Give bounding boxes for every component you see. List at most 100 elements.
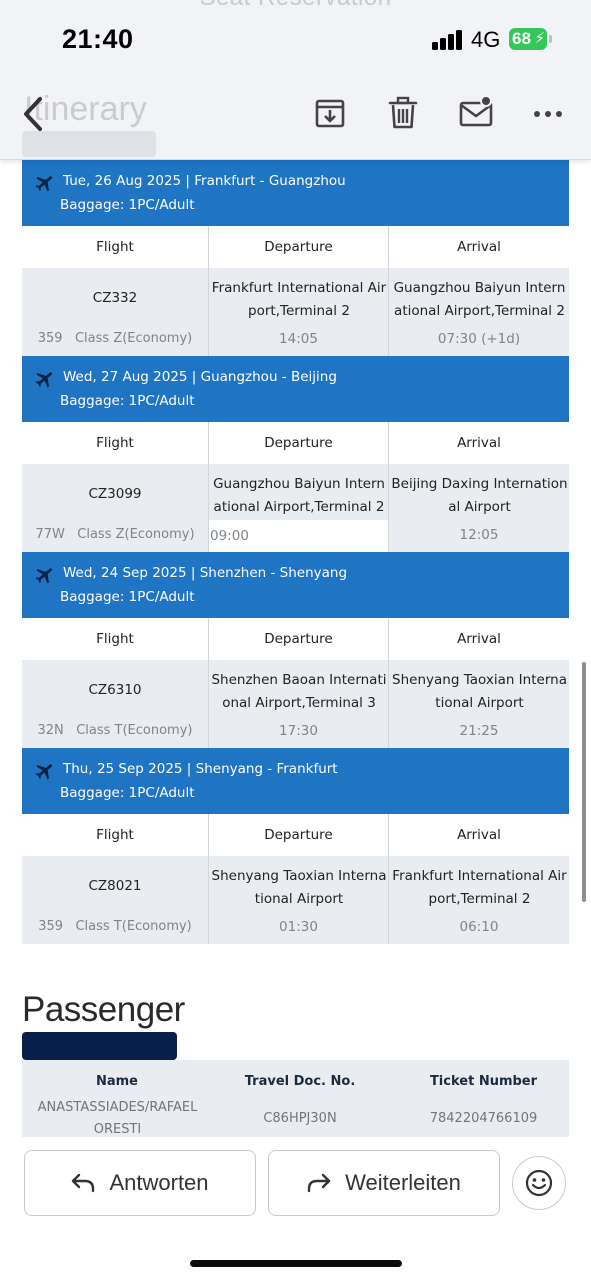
battery-indicator: 68 ⚡ [509, 28, 552, 50]
column-headers: Flight Departure Arrival [22, 618, 569, 660]
passenger-name: ANASTASSIADES/RAFAEL ORESTI [37, 1100, 198, 1137]
header-flight: Flight [96, 239, 134, 255]
segment-header: Thu, 25 Sep 2025 | Shenyang - Frankfurt … [22, 748, 569, 814]
departure-time: 01:30 [279, 919, 318, 935]
battery-level: 68 [512, 29, 531, 48]
departure-cell: Frankfurt International Airport,Terminal… [208, 268, 388, 356]
reply-button[interactable]: Antworten [24, 1150, 256, 1216]
departure-cell: Shenzhen Baoan International Airport,Ter… [208, 660, 388, 748]
aircraft-class: 359 Class Z(Economy) [22, 331, 208, 346]
passenger-ticket-number: 7842204766109 [429, 1111, 538, 1126]
arrival-cell: Beijing Daxing International Airport 12:… [388, 464, 569, 552]
header-travel-doc: Travel Doc. No. [244, 1074, 356, 1089]
header-arrival: Arrival [388, 226, 569, 268]
flight-cell: CZ332 359 Class Z(Economy) [22, 268, 208, 356]
arrival-airport: Frankfurt International Airport,Terminal… [392, 868, 567, 907]
arrival-airport: Guangzhou Baiyun International Airport,T… [393, 280, 566, 319]
flight-number: CZ8021 [88, 878, 142, 894]
delete-button[interactable] [385, 96, 421, 130]
forward-button[interactable]: Weiterleiten [268, 1150, 500, 1216]
mark-unread-button[interactable] [458, 95, 494, 130]
mail-unread-icon [459, 95, 493, 127]
departure-time: 14:05 [279, 331, 318, 347]
airplane-icon [35, 568, 53, 584]
airplane-icon [35, 764, 53, 780]
archive-button[interactable] [312, 96, 348, 130]
more-icon [534, 111, 562, 117]
reply-label: Antworten [109, 1170, 209, 1195]
header-arrival: Arrival [388, 618, 569, 660]
status-time: 21:40 [62, 24, 134, 54]
header-arrival: Arrival [388, 422, 569, 464]
header-departure: Departure [208, 814, 388, 856]
forward-label: Weiterleiten [345, 1170, 461, 1195]
aircraft-class: 32N Class T(Economy) [22, 723, 208, 738]
aircraft-class: 77W Class Z(Economy) [22, 527, 208, 542]
top-bar: Seat Reservation 21:40 4G 68 ⚡ Itinerary [0, 0, 591, 160]
column-headers: Flight Departure Arrival [22, 814, 569, 856]
cabin-class: Class T(Economy) [75, 919, 192, 934]
reaction-button[interactable] [512, 1156, 566, 1210]
network-type: 4G [471, 27, 501, 52]
segment-header: Wed, 27 Aug 2025 | Guangzhou - Beijing B… [22, 356, 569, 422]
flight-row: CZ8021 359 Class T(Economy) Shenyang Tao… [22, 856, 569, 944]
departure-airport: Guangzhou Baiyun International Airport,T… [213, 476, 385, 515]
airplane-icon [35, 372, 53, 388]
cabin-class: Class T(Economy) [76, 723, 193, 738]
reply-arrow-icon [72, 1173, 95, 1193]
header-departure: Departure [208, 618, 388, 660]
cellular-signal-icon [432, 30, 464, 50]
segment-baggage: Baggage: 1PC/Adult [60, 589, 195, 605]
scrollbar[interactable] [582, 662, 586, 902]
header-flight: Flight [96, 435, 134, 451]
segment-baggage: Baggage: 1PC/Adult [60, 393, 195, 409]
departure-cell: Shenyang Taoxian International Airport 0… [208, 856, 388, 944]
arrival-time: 21:25 [459, 723, 499, 739]
ghost-redaction [22, 131, 156, 157]
flight-cell: CZ6310 32N Class T(Economy) [22, 660, 208, 748]
more-button[interactable] [530, 96, 566, 130]
flight-cell: CZ3099 77W Class Z(Economy) [22, 464, 208, 552]
smiley-icon [525, 1169, 553, 1197]
passenger-section-title: Passenger [22, 990, 185, 1029]
aircraft-type: 32N [37, 723, 64, 738]
header-name: Name [95, 1074, 138, 1089]
departure-airport: Shenyang Taoxian International Airport [211, 868, 387, 907]
header-flight: Flight [96, 631, 134, 647]
header-flight: Flight [96, 827, 134, 843]
flight-row: CZ332 359 Class Z(Economy) Frankfurt Int… [22, 268, 569, 356]
airplane-icon [35, 176, 53, 192]
arrival-time: 06:10 [459, 919, 499, 935]
redaction-block [22, 1032, 177, 1060]
departure-airport: Frankfurt International Airport,Terminal… [211, 280, 387, 319]
header-arrival: Arrival [388, 814, 569, 856]
arrival-time: 07:30 (+1d) [437, 331, 521, 347]
cabin-class: Class Z(Economy) [74, 331, 193, 346]
departure-time: 17:30 [279, 723, 318, 739]
departure-cell: Guangzhou Baiyun International Airport,T… [208, 464, 388, 552]
chevron-left-icon [24, 97, 42, 131]
itinerary-table: Tue, 26 Aug 2025 | Frankfurt - Guangzhou… [22, 160, 569, 944]
back-button[interactable] [18, 94, 52, 134]
flight-number: CZ3099 [88, 486, 142, 502]
flight-row: CZ6310 32N Class T(Economy) Shenzhen Bao… [22, 660, 569, 748]
departure-time: 09:00 [209, 520, 388, 552]
column-headers: Flight Departure Arrival [22, 422, 569, 464]
segment-header: Tue, 26 Aug 2025 | Frankfurt - Guangzhou… [22, 160, 569, 226]
segment-header: Wed, 24 Sep 2025 | Shenzhen - Shenyang B… [22, 552, 569, 618]
charging-bolt-icon: ⚡ [534, 30, 545, 47]
arrival-airport: Beijing Daxing International Airport [391, 476, 568, 515]
passenger-table: Name Travel Doc. No. Ticket Number ANAST… [22, 1060, 569, 1137]
segment-date-route: Thu, 25 Sep 2025 | Shenyang - Frankfurt [63, 761, 338, 777]
home-indicator[interactable] [190, 1260, 402, 1267]
aircraft-type: 359 [37, 331, 63, 346]
flight-number: CZ6310 [88, 682, 142, 698]
arrival-time: 12:05 [459, 527, 499, 543]
arrival-airport: Shenyang Taoxian International Airport [392, 672, 567, 711]
passenger-doc-number: C86HPJ30N [263, 1111, 337, 1126]
header-departure: Departure [208, 226, 388, 268]
ghost-page-title: Seat Reservation [0, 0, 591, 12]
aircraft-type: 359 [38, 919, 64, 934]
flight-row: CZ3099 77W Class Z(Economy) Guangzhou Ba… [22, 464, 569, 552]
departure-airport: Shenzhen Baoan International Airport,Ter… [211, 672, 387, 711]
